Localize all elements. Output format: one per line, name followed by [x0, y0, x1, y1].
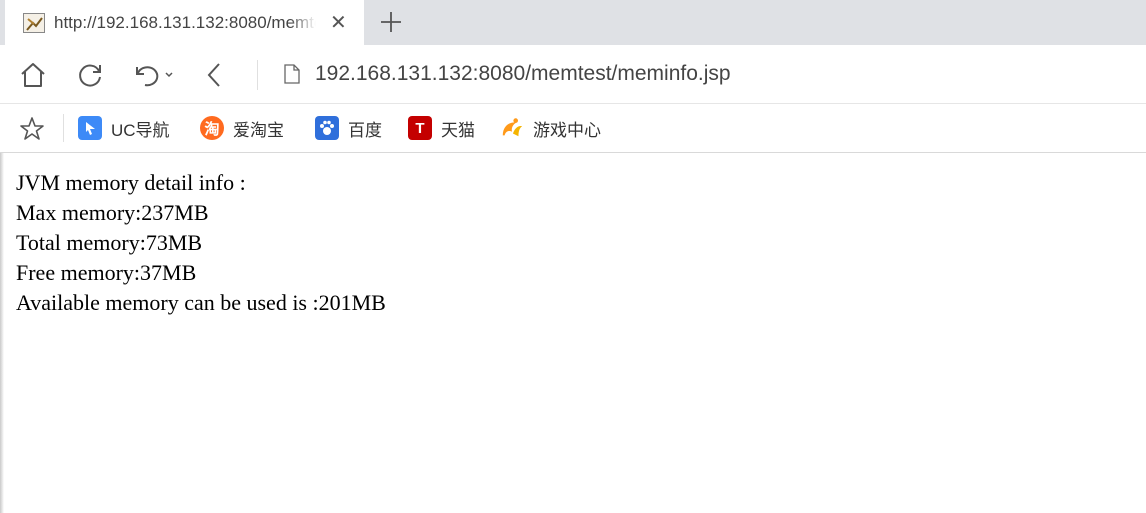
tab-title: http://192.168.131.132:8080/memtest/memi…: [54, 12, 316, 32]
game-center-icon: [500, 116, 524, 140]
bookmark-label: 爱淘宝: [233, 120, 284, 140]
close-tab-icon[interactable]: ✕: [330, 10, 347, 35]
reload-button[interactable]: [75, 60, 105, 90]
undo-icon: [136, 66, 173, 87]
back-button[interactable]: [200, 60, 230, 90]
max-memory-line: Max memory:237MB: [16, 200, 209, 225]
window-edge: [0, 153, 4, 513]
bookmarks-bar: UC导航 淘 爱淘宝 百度 T 天猫 游戏中心: [0, 104, 1146, 153]
tmall-icon: T: [408, 116, 432, 140]
undo-button[interactable]: [133, 60, 177, 90]
plus-icon: [381, 12, 401, 32]
available-memory-line: Available memory can be used is :201MB: [16, 290, 386, 315]
bookmark-tmall[interactable]: T 天猫: [408, 115, 475, 141]
home-icon: [21, 63, 45, 87]
back-icon: [207, 63, 220, 87]
toolbar-divider: [257, 60, 258, 90]
free-memory-line: Free memory:37MB: [16, 260, 197, 285]
page-content: JVM memory detail info : Max memory:237M…: [16, 168, 386, 318]
bookmark-label: UC导航: [111, 120, 170, 140]
bookmark-baidu[interactable]: 百度: [315, 115, 382, 141]
bookmark-label: 天猫: [441, 120, 475, 140]
baidu-icon: [315, 116, 339, 140]
bookmark-game-center[interactable]: 游戏中心: [500, 115, 601, 141]
reload-icon: [79, 64, 101, 87]
bookmark-taobao[interactable]: 淘 爱淘宝: [200, 115, 284, 141]
bookmark-uc-nav[interactable]: UC导航: [78, 115, 170, 141]
home-button[interactable]: [18, 60, 48, 90]
bookmark-star-icon[interactable]: [19, 116, 45, 147]
page-icon: [284, 64, 300, 89]
bookmark-label: 游戏中心: [533, 120, 601, 140]
favicon-icon: [23, 12, 45, 33]
address-bar[interactable]: 192.168.131.132:8080/memtest/meminfo.jsp: [315, 62, 731, 86]
uc-nav-icon: [78, 116, 102, 140]
navigation-bar: 192.168.131.132:8080/memtest/meminfo.jsp: [0, 45, 1146, 104]
tab-bar: http://192.168.131.132:8080/memtest/memi…: [0, 0, 1146, 45]
active-tab[interactable]: http://192.168.131.132:8080/memtest/memi…: [5, 0, 364, 45]
bookmarks-divider: [63, 114, 64, 142]
memory-heading: JVM memory detail info :: [16, 170, 246, 195]
new-tab-button[interactable]: [377, 8, 405, 36]
total-memory-line: Total memory:73MB: [16, 230, 203, 255]
taobao-icon: 淘: [200, 116, 224, 140]
bookmark-label: 百度: [348, 120, 382, 140]
